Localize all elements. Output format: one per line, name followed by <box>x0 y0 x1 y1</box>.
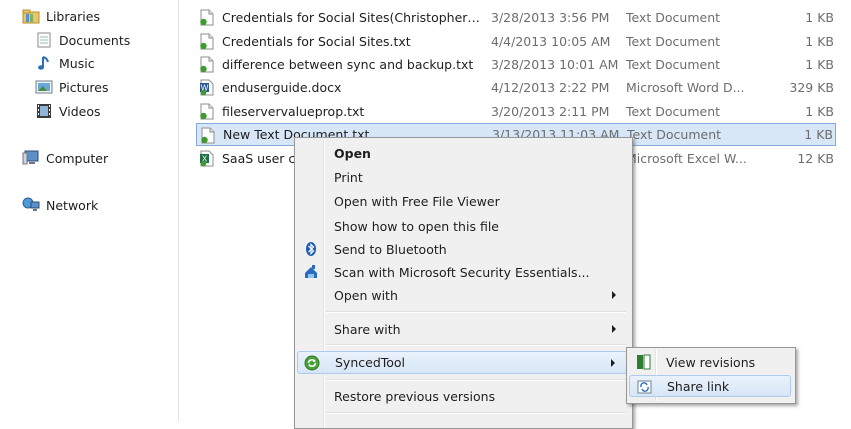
file-size: 1 KB <box>805 34 834 49</box>
menu-item-label: Send to Bluetooth <box>334 241 447 257</box>
nav-documents[interactable]: Documents <box>35 29 130 51</box>
security-essentials-icon <box>303 264 319 280</box>
syncedtool-submenu: View revisions Share link <box>626 347 796 404</box>
syncedtool-icon <box>304 355 320 371</box>
menu-separator <box>326 379 626 381</box>
network-icon <box>22 197 40 213</box>
menu-item-label: Open with Free File Viewer <box>334 193 500 209</box>
menu-item-label: SyncedTool <box>335 355 406 370</box>
menu-item-share-with[interactable]: Share with <box>297 318 628 340</box>
music-icon <box>35 55 53 71</box>
nav-pictures[interactable]: Pictures <box>35 76 109 98</box>
menu-item-show-how[interactable]: Show how to open this file <box>297 215 628 237</box>
nav-documents-label: Documents <box>59 32 131 48</box>
menu-item-label: Open <box>334 145 371 161</box>
file-row[interactable]: Credentials for Social Sites(Christopher… <box>196 6 836 29</box>
text-file-icon <box>199 56 215 73</box>
revisions-icon <box>636 354 651 370</box>
file-name: Credentials for Social Sites(Christopher… <box>222 10 480 25</box>
menu-item-open[interactable]: Open <box>297 142 628 164</box>
nav-network[interactable]: Network <box>22 194 98 216</box>
file-size: 329 KB <box>789 80 834 95</box>
menu-item-label: Scan with Microsoft Security Essentials.… <box>334 264 590 280</box>
file-name: enduserguide.docx <box>222 80 342 95</box>
pictures-icon <box>35 79 53 95</box>
menu-item-syncedtool[interactable]: SyncedTool <box>297 351 628 374</box>
file-name: fileservervalueprop.txt <box>222 104 365 119</box>
file-type: Text Document <box>626 34 721 49</box>
file-name: Credentials for Social Sites.txt <box>222 34 411 49</box>
submenu-arrow-icon <box>612 291 616 299</box>
nav-music-label: Music <box>59 55 95 71</box>
libraries-icon <box>22 8 40 24</box>
file-date: 4/12/2013 2:22 PM <box>491 80 610 95</box>
menu-item-open-free-viewer[interactable]: Open with Free File Viewer <box>297 190 628 212</box>
bluetooth-icon <box>303 241 319 257</box>
text-file-icon <box>200 127 216 144</box>
file-type: Text Document <box>626 104 721 119</box>
share-link-icon <box>637 379 652 395</box>
menu-item-view-revisions[interactable]: View revisions <box>629 351 791 373</box>
menu-item-send-bluetooth[interactable]: Send to Bluetooth <box>297 238 628 260</box>
menu-item-label: Restore previous versions <box>334 388 496 404</box>
menu-separator <box>326 311 626 313</box>
file-row[interactable]: fileservervalueprop.txt 3/20/2013 2:11 P… <box>196 100 836 123</box>
nav-computer-label: Computer <box>46 150 109 166</box>
file-date: 3/28/2013 10:01 AM <box>491 57 619 72</box>
file-date: 3/20/2013 2:11 PM <box>491 104 610 119</box>
navigation-pane: Libraries Documents Music Pictures Video… <box>0 0 179 421</box>
text-file-icon <box>199 9 215 26</box>
file-size: 1 KB <box>805 104 834 119</box>
context-menu: Open Print Open with Free File Viewer Sh… <box>294 137 633 429</box>
menu-item-label: View revisions <box>666 354 756 370</box>
submenu-arrow-icon <box>612 325 616 333</box>
menu-item-share-link[interactable]: Share link <box>629 375 791 397</box>
file-row[interactable]: W enduserguide.docx 4/12/2013 2:22 PM Mi… <box>196 76 836 99</box>
submenu-arrow-icon <box>611 359 615 367</box>
text-file-icon <box>199 103 215 120</box>
file-size: 1 KB <box>805 10 834 25</box>
file-row[interactable]: difference between sync and backup.txt 3… <box>196 53 836 76</box>
menu-separator <box>326 344 626 346</box>
file-type: Microsoft Excel W... <box>626 151 747 166</box>
menu-item-label: Share with <box>334 321 401 337</box>
file-row[interactable]: Credentials for Social Sites.txt 4/4/201… <box>196 30 836 53</box>
menu-separator <box>326 412 626 414</box>
nav-network-label: Network <box>46 197 99 213</box>
nav-computer[interactable]: Computer <box>22 147 108 169</box>
file-type: Microsoft Word D... <box>626 80 745 95</box>
file-name: difference between sync and backup.txt <box>222 57 474 72</box>
file-size: 1 KB <box>805 57 834 72</box>
menu-item-label: Share link <box>667 378 730 394</box>
menu-item-label: Open with <box>334 287 398 303</box>
computer-icon <box>22 150 40 166</box>
file-date: 4/4/2013 10:05 AM <box>491 34 611 49</box>
excel-file-icon: X <box>199 150 215 167</box>
nav-libraries-label: Libraries <box>46 8 100 24</box>
menu-item-label: Show how to open this file <box>334 218 499 234</box>
menu-item-open-with[interactable]: Open with <box>297 284 628 306</box>
text-file-icon <box>199 33 215 50</box>
nav-libraries[interactable]: Libraries <box>22 5 100 27</box>
menu-item-scan[interactable]: Scan with Microsoft Security Essentials.… <box>297 261 628 283</box>
nav-pictures-label: Pictures <box>59 79 109 95</box>
nav-videos[interactable]: Videos <box>35 100 101 122</box>
file-size: 1 KB <box>804 127 833 142</box>
file-type: Text Document <box>627 127 722 142</box>
documents-icon <box>35 32 53 48</box>
menu-item-print[interactable]: Print <box>297 166 628 188</box>
nav-music[interactable]: Music <box>35 52 95 74</box>
nav-videos-label: Videos <box>59 103 101 119</box>
menu-item-restore-versions[interactable]: Restore previous versions <box>297 385 628 407</box>
file-type: Text Document <box>626 57 721 72</box>
file-size: 12 KB <box>797 151 834 166</box>
file-type: Text Document <box>626 10 721 25</box>
file-date: 3/28/2013 3:56 PM <box>491 10 610 25</box>
videos-icon <box>35 103 53 119</box>
menu-item-label: Print <box>334 169 363 185</box>
word-file-icon: W <box>199 79 215 96</box>
